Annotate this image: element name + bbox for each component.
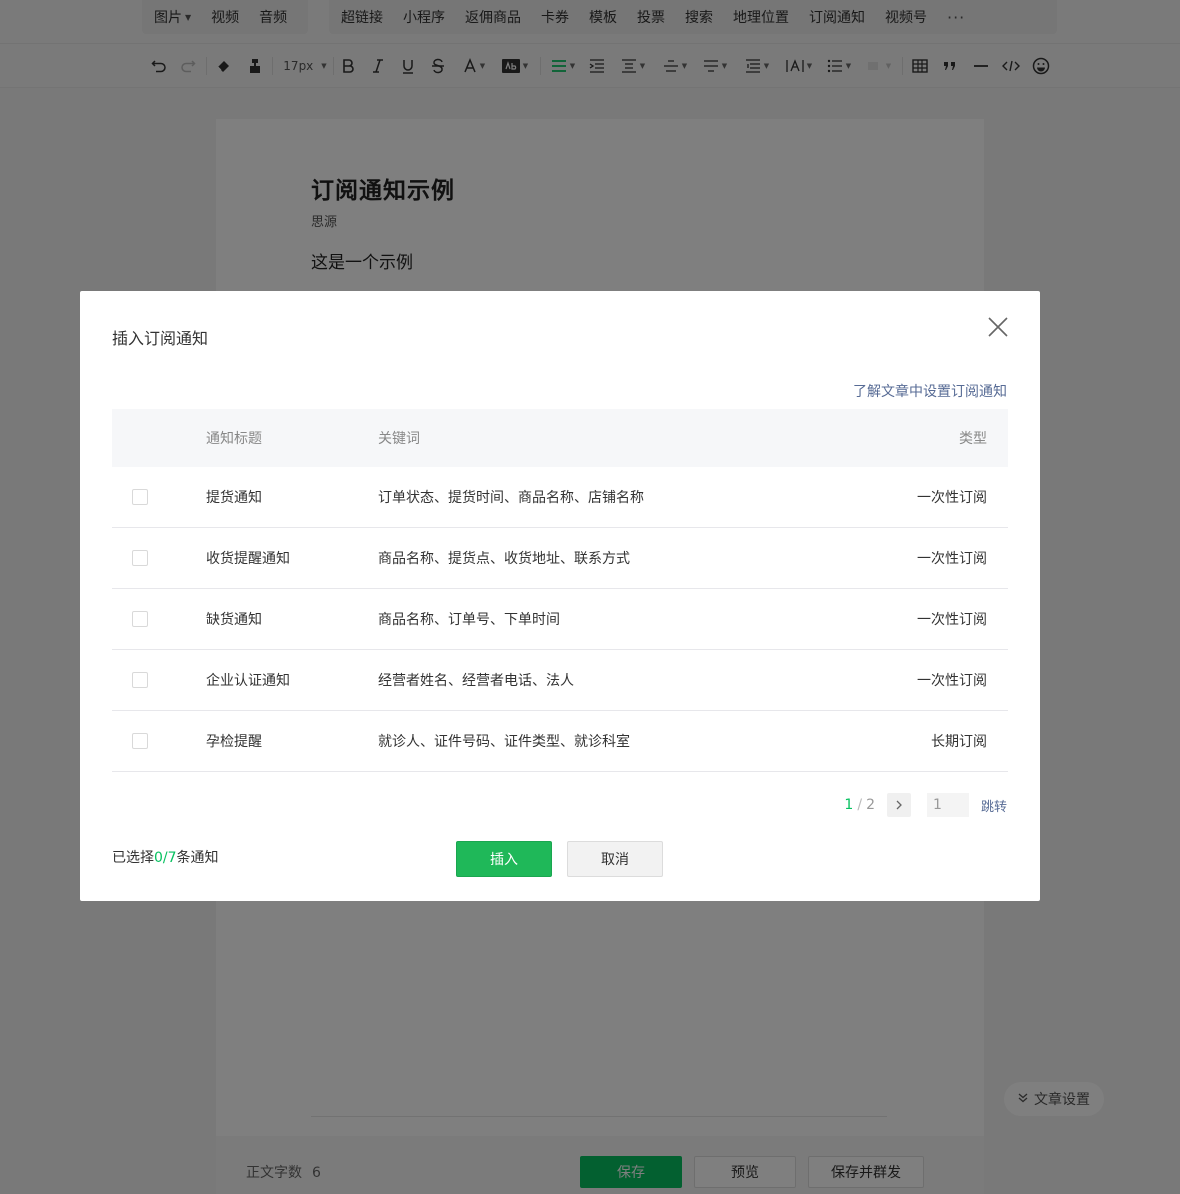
notice-title: 孕检提醒 (206, 734, 262, 750)
row-checkbox[interactable] (132, 550, 148, 566)
notice-keywords: 就诊人、证件号码、证件类型、就诊科室 (378, 734, 630, 750)
row-checkbox[interactable] (132, 733, 148, 749)
notice-keywords: 订单状态、提货时间、商品名称、店铺名称 (378, 490, 644, 506)
current-page: 1 (844, 797, 854, 813)
page-jump-button[interactable]: 跳转 (981, 796, 1007, 815)
selection-prefix: 已选择 (112, 850, 154, 866)
notice-title: 缺货通知 (206, 612, 262, 628)
notice-keywords: 商品名称、提货点、收货地址、联系方式 (378, 551, 630, 567)
notice-keywords: 商品名称、订单号、下单时间 (378, 612, 560, 628)
notice-title: 提货通知 (206, 490, 262, 506)
selection-count-value: 0/7 (154, 850, 177, 866)
column-header-type: 类型 (959, 431, 987, 447)
notice-keywords: 经营者姓名、经营者电话、法人 (378, 673, 574, 689)
notice-type: 一次性订阅 (917, 490, 987, 506)
close-icon[interactable] (986, 315, 1010, 339)
next-page-button[interactable] (886, 793, 911, 817)
insert-subscription-notice-dialog: 插入订阅通知 了解文章中设置订阅通知 通知标题 关键词 类型 提货通知 订单状态… (80, 291, 1040, 901)
notice-type: 一次性订阅 (917, 551, 987, 567)
column-header-title: 通知标题 (206, 431, 262, 447)
table-row[interactable]: 缺货通知 商品名称、订单号、下单时间 一次性订阅 (112, 589, 1008, 650)
page-separator: / (857, 797, 863, 813)
help-link[interactable]: 了解文章中设置订阅通知 (853, 381, 1007, 401)
table-header: 通知标题 关键词 类型 (112, 409, 1008, 467)
table-row[interactable]: 收货提醒通知 商品名称、提货点、收货地址、联系方式 一次性订阅 (112, 528, 1008, 589)
chevron-right-icon (896, 800, 902, 810)
table-row[interactable]: 孕检提醒 就诊人、证件号码、证件类型、就诊科室 长期订阅 (112, 711, 1008, 772)
selection-suffix: 条通知 (176, 850, 219, 866)
selection-count: 已选择0/7条通知 (112, 847, 219, 867)
row-checkbox[interactable] (132, 489, 148, 505)
notice-type: 一次性订阅 (917, 673, 987, 689)
cancel-button[interactable]: 取消 (567, 841, 663, 877)
notice-title: 企业认证通知 (206, 673, 290, 689)
total-pages: 2 (866, 797, 875, 813)
notice-type: 一次性订阅 (917, 612, 987, 628)
column-header-keywords: 关键词 (378, 431, 420, 447)
notice-title: 收货提醒通知 (206, 551, 290, 567)
row-checkbox[interactable] (132, 672, 148, 688)
dialog-title: 插入订阅通知 (112, 329, 209, 348)
row-checkbox[interactable] (132, 611, 148, 627)
table-row[interactable]: 提货通知 订单状态、提货时间、商品名称、店铺名称 一次性订阅 (112, 467, 1008, 528)
page-jump-input[interactable] (926, 793, 969, 817)
table-row[interactable]: 企业认证通知 经营者姓名、经营者电话、法人 一次性订阅 (112, 650, 1008, 711)
notice-type: 长期订阅 (931, 734, 987, 750)
pagination: 1 / 2 跳转 (844, 793, 1007, 817)
notice-table: 通知标题 关键词 类型 提货通知 订单状态、提货时间、商品名称、店铺名称 一次性… (112, 409, 1008, 772)
insert-button[interactable]: 插入 (456, 841, 552, 877)
